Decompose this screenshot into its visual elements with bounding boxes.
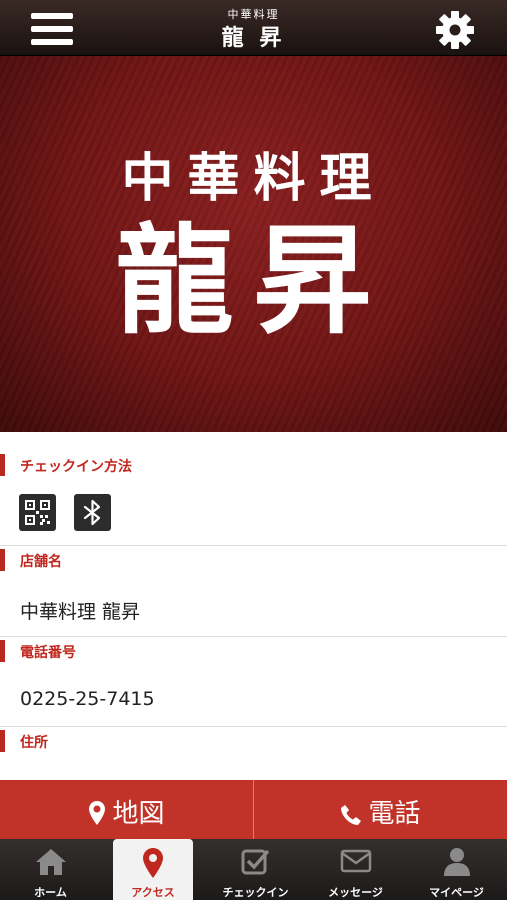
section-accent-bar: [0, 730, 5, 752]
map-button-label: 地図: [112, 799, 165, 829]
checkbox-icon: [241, 849, 269, 875]
gear-icon[interactable]: [433, 8, 477, 52]
section-header: 店舗名: [0, 547, 507, 573]
section-accent-bar: [0, 454, 5, 476]
tab-message-label: メッセージ: [328, 886, 383, 899]
bottom-tab-bar: ホーム アクセス チェックイン メッセージ マイページ: [0, 839, 507, 900]
tab-checkin-label: チェックイン: [222, 886, 289, 899]
tab-access-label: アクセス: [131, 886, 175, 899]
store-name-label: 店舗名: [20, 554, 62, 570]
tab-home[interactable]: ホーム: [0, 839, 101, 900]
home-icon: [35, 849, 66, 875]
checkin-method-label: チェックイン方法: [20, 459, 132, 475]
envelope-icon: [340, 849, 371, 873]
phone-label: 電話番号: [20, 645, 76, 661]
store-name-section: 店舗名 中華料理 龍昇: [0, 547, 507, 637]
map-pin-icon: [143, 848, 163, 878]
tab-mypage-label: マイページ: [429, 886, 484, 899]
tab-checkin[interactable]: チェックイン: [205, 839, 306, 900]
hero-subtitle: 中華料理: [121, 148, 386, 209]
section-header: 電話番号: [0, 638, 507, 664]
qr-code-icon[interactable]: [19, 494, 56, 531]
tab-home-label: ホーム: [34, 886, 67, 899]
bluetooth-icon[interactable]: [74, 494, 111, 531]
address-section: 住所: [0, 728, 507, 788]
phone-value[interactable]: 0225-25-7415: [20, 688, 155, 710]
action-bar: 地図 電話: [0, 780, 507, 839]
checkin-method-section: チェックイン方法: [0, 452, 507, 546]
store-name-value: 中華料理 龍昇: [20, 601, 141, 623]
hero-restaurant-name: 龍昇: [115, 211, 392, 350]
hero-banner: 中華料理 龍昇: [0, 56, 507, 432]
section-accent-bar: [0, 549, 5, 571]
section-accent-bar: [0, 640, 5, 662]
header-title-big: 龍 昇: [221, 25, 286, 51]
map-button[interactable]: 地図: [0, 780, 253, 839]
section-header: 住所: [0, 728, 507, 754]
phone-section: 電話番号 0225-25-7415: [0, 638, 507, 727]
address-label: 住所: [20, 735, 48, 751]
phone-icon: [341, 805, 362, 825]
tab-message[interactable]: メッセージ: [305, 839, 406, 900]
map-pin-icon: [89, 801, 106, 825]
phone-call-button-label: 電話: [368, 799, 421, 829]
top-header-bar: 中華料理 龍 昇: [0, 0, 507, 56]
tab-access[interactable]: アクセス: [113, 839, 193, 900]
tab-mypage[interactable]: マイページ: [406, 839, 507, 900]
phone-call-button[interactable]: 電話: [254, 780, 507, 839]
user-icon: [443, 848, 470, 876]
section-header: チェックイン方法: [0, 452, 507, 478]
